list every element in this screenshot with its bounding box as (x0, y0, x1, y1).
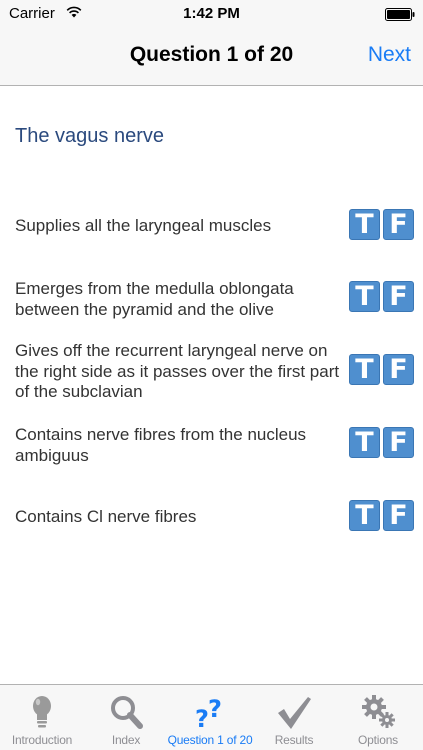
svg-text:?: ? (208, 695, 222, 723)
tab-results[interactable]: Results (252, 685, 336, 750)
checkmark-icon (278, 697, 311, 729)
tab-label: Question 1 of 20 (167, 733, 253, 747)
true-button[interactable]: T (349, 209, 380, 240)
true-false-group: T F (349, 427, 414, 458)
statement-text: Gives off the recurrent laryngeal nerve … (15, 341, 340, 401)
svg-text:?: ? (195, 705, 209, 731)
tab-bar: Introduction Index ? ? Question 1 of 20 … (0, 684, 423, 750)
false-button[interactable]: F (383, 500, 414, 531)
statement-text: Supplies all the laryngeal muscles (15, 216, 272, 235)
true-button[interactable]: T (349, 427, 380, 458)
tab-introduction[interactable]: Introduction (0, 685, 84, 750)
magnifier-icon (111, 696, 143, 729)
false-button[interactable]: F (383, 281, 414, 312)
true-false-group: T F (349, 281, 414, 312)
statement-text: Contains Cl nerve fibres (15, 507, 197, 526)
nav-title: Question 1 of 20 (129, 43, 294, 66)
statement-text: Emerges from the medulla oblongata betwe… (15, 279, 294, 319)
tab-options[interactable]: Options (336, 685, 420, 750)
tab-label: Results (274, 733, 314, 747)
lightbulb-icon (33, 696, 51, 728)
true-button[interactable]: T (349, 500, 380, 531)
gears-icon (362, 695, 395, 728)
true-button[interactable]: T (349, 281, 380, 312)
tab-label: Options (358, 733, 398, 747)
statement-text: Contains nerve fibres from the nucleus a… (15, 425, 307, 465)
battery-icon (385, 8, 415, 21)
status-bar: Carrier 1:42 PM (0, 0, 423, 28)
question-marks-icon: ? ? (195, 695, 222, 731)
true-button[interactable]: T (349, 354, 380, 385)
false-button[interactable]: F (383, 427, 414, 458)
false-button[interactable]: F (383, 354, 414, 385)
app-screen: Carrier 1:42 PM Question 1 of 20 Next Th… (0, 0, 423, 750)
status-time: 1:42 PM (183, 5, 240, 22)
true-false-group: T F (349, 209, 414, 240)
tab-index[interactable]: Index (84, 685, 168, 750)
navigation-bar: Question 1 of 20 Next (0, 28, 423, 86)
true-false-group: T F (349, 500, 414, 531)
true-false-group: T F (349, 354, 414, 385)
next-button[interactable]: Next (368, 43, 411, 67)
tab-label: Index (111, 733, 141, 747)
tab-label: Introduction (11, 733, 73, 747)
tab-question[interactable]: ? ? Question 1 of 20 (168, 685, 253, 750)
question-heading: The vagus nerve (15, 125, 164, 147)
false-button[interactable]: F (383, 209, 414, 240)
